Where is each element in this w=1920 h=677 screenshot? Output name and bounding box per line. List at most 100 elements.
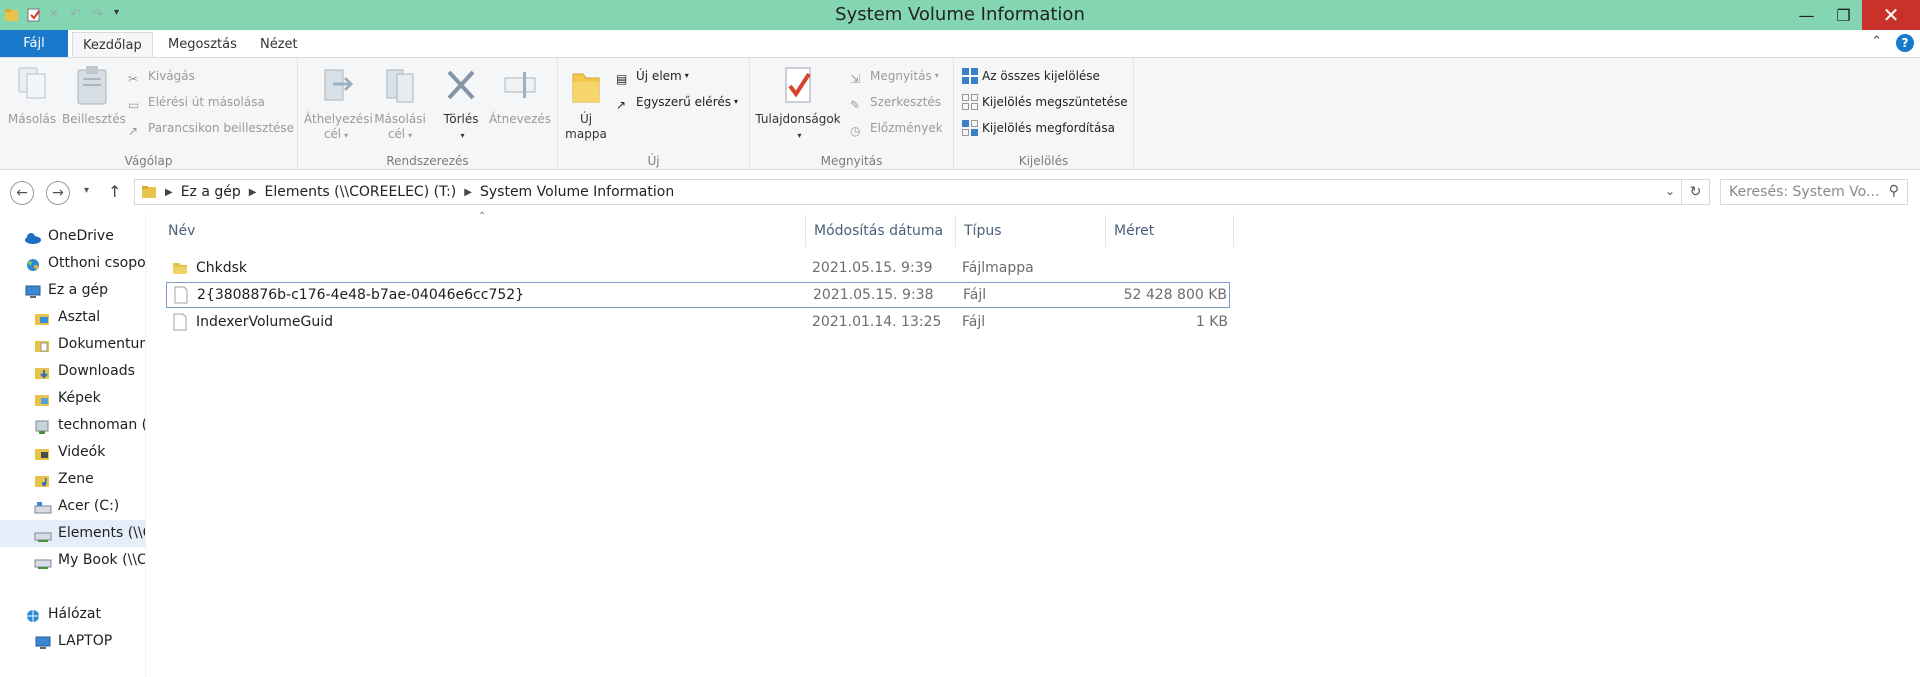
nav-item-onedrive[interactable]: OneDrive [24,223,114,250]
select-none-icon [962,94,978,110]
column-header-size[interactable]: Méret [1106,215,1234,247]
breadcrumb-this-pc[interactable]: Ez a gép [181,184,241,200]
paste-button[interactable]: Beillesztés [62,64,126,127]
nav-item-documents[interactable]: Dokumentum [34,331,145,358]
select-none-button[interactable]: Kijelölés megszüntetése [962,91,1128,113]
easy-access-icon: ↗ [616,98,627,112]
properties-button[interactable]: Tulajdonságok ▾ [754,64,842,143]
drive-icon [34,499,52,515]
homegroup-icon [24,256,42,272]
recent-locations-chevron-icon[interactable]: ▾ [84,185,89,196]
search-input[interactable]: Keresés: System Vo... ⚲ [1720,179,1908,205]
select-all-button[interactable]: Az összes kijelölése [962,65,1100,87]
chevron-right-icon[interactable]: ▶ [165,187,173,198]
column-header-date[interactable]: Módosítás dátuma [806,215,956,247]
nav-item-homegroup[interactable]: Otthoni csopo [24,250,145,277]
column-header-type[interactable]: Típus [956,215,1106,247]
breadcrumb-current-folder[interactable]: System Volume Information [480,184,674,200]
new-folder-button[interactable]: Új mappa [562,64,610,142]
refresh-icon[interactable]: ↻ [1681,180,1709,204]
network-icon [24,607,42,623]
copy-to-icon [383,64,417,106]
new-folder-icon [569,64,603,106]
file-size: 1 KB [1195,314,1228,330]
open-group-label: Megnyitás [820,154,883,168]
open-group: Tulajdonságok ▾ ⇲ Megnyitás ▾ ✎ Szerkesztés … [750,58,954,171]
clipboard-group-label: Vágólap [124,154,173,168]
forward-button[interactable]: → [46,181,70,205]
nav-item-pictures[interactable]: Képek [34,385,101,412]
move-to-button[interactable]: Áthelyezési cél ▾ [304,64,373,143]
file-date: 2021.01.14. 13:25 [812,314,942,330]
minimize-button[interactable]: — [1788,0,1825,30]
clipboard-icon [75,64,109,106]
nav-item-music[interactable]: Zene [34,466,94,493]
edit-button[interactable]: ✎ Szerkesztés [850,91,941,113]
chevron-right-icon[interactable]: ▶ [249,187,257,198]
documents-folder-icon [34,337,52,353]
search-icon[interactable]: ⚲ [1889,183,1899,199]
tab-view[interactable]: Nézet [250,32,308,57]
back-button[interactable]: ← [10,181,34,205]
nav-item-elements-drive[interactable]: Elements (\\C [0,520,145,547]
scissors-icon: ✂ [128,72,139,86]
paste-shortcut-icon: ↗ [128,124,139,138]
new-item-button[interactable]: ▤ Új elem ▾ [616,65,689,87]
list-item[interactable]: 2{3808876b-c176-4e48-b7ae-04046e6cc752} … [166,282,1230,308]
file-type: Fájl [962,314,986,330]
list-item[interactable]: IndexerVolumeGuid 2021.01.14. 13:25 Fájl… [166,309,1230,335]
delete-icon [444,64,478,106]
file-icon [172,313,188,331]
tab-file[interactable]: Fájl [0,30,68,57]
delete-button[interactable]: Törlés ▾ [436,64,486,143]
close-button[interactable]: ✕ [1862,0,1920,30]
nav-item-this-pc[interactable]: Ez a gép [24,277,108,304]
collapse-ribbon-icon[interactable]: ⌃ [1871,34,1882,52]
open-button[interactable]: ⇲ Megnyitás ▾ [850,65,939,87]
nav-item-downloads[interactable]: Downloads [34,358,135,385]
rename-button[interactable]: Átnevezés [488,64,552,127]
tab-share[interactable]: Megosztás [158,32,247,57]
clipboard-group: Másolás Beillesztés ✂ Kivágás ▭ Elérési út… [0,58,298,171]
breadcrumb-drive[interactable]: Elements (\\COREELEC) (T:) [264,184,456,200]
window-title: System Volume Information [835,4,1085,25]
nav-item-technoman[interactable]: technoman ( [34,412,145,439]
nav-item-laptop[interactable]: LAPTOP [34,628,112,655]
file-date: 2021.05.15. 9:38 [813,287,934,303]
list-item[interactable]: Chkdsk 2021.05.15. 9:39 Fájlmappa [166,255,1230,281]
rename-icon [503,64,537,106]
history-button[interactable]: ◷ Előzmények [850,117,943,139]
nav-item-mybook-drive[interactable]: My Book (\\C [34,547,145,574]
help-icon[interactable]: ? [1896,34,1914,52]
folder-icon [172,259,188,277]
file-name: 2{3808876b-c176-4e48-b7ae-04046e6cc752} [197,287,525,303]
cut-button[interactable]: ✂ Kivágás [128,65,195,87]
maximize-button[interactable]: ❐ [1825,0,1862,30]
tab-home[interactable]: Kezdőlap [72,32,153,57]
up-button[interactable]: ↑ [108,182,121,201]
folder-icon [141,184,157,200]
copy-to-button[interactable]: Másolási cél ▾ [370,64,430,143]
navigation-pane: OneDrive Otthoni csopo Ez a gép Asztal D… [0,215,146,677]
chevron-right-icon[interactable]: ▶ [464,187,472,198]
copy-button[interactable]: Másolás [6,64,58,127]
ribbon: Másolás Beillesztés ✂ Kivágás ▭ Elérési út… [0,57,1920,171]
move-to-icon [319,64,354,106]
easy-access-button[interactable]: ↗ Egyszerű elérés ▾ [616,91,738,113]
nav-item-desktop[interactable]: Asztal [34,304,100,331]
nav-item-acer-drive[interactable]: Acer (C:) [34,493,119,520]
edit-icon: ✎ [850,98,861,112]
computer-icon [34,634,52,650]
nav-item-network[interactable]: Hálózat [24,601,101,628]
invert-selection-button[interactable]: Kijelölés megfordítása [962,117,1115,139]
open-icon: ⇲ [850,72,861,86]
new-group: Új mappa ▤ Új elem ▾ ↗ Egyszerű elérés ▾ Új [558,58,750,171]
nav-item-videos[interactable]: Videók [34,439,105,466]
column-header-name[interactable]: Név [160,215,806,247]
copy-path-button[interactable]: ▭ Elérési út másolása [128,91,265,113]
paste-shortcut-button[interactable]: ↗ Parancsikon beillesztése [128,117,294,139]
address-bar[interactable]: ▶ Ez a gép ▶ Elements (\\COREELEC) (T:) … [134,179,1710,205]
address-dropdown-icon[interactable]: ⌄ [1665,184,1675,198]
downloads-folder-icon [34,364,52,380]
ribbon-tabs: Fájl Kezdőlap Megosztás Nézet ⌃ ? [0,30,1920,57]
